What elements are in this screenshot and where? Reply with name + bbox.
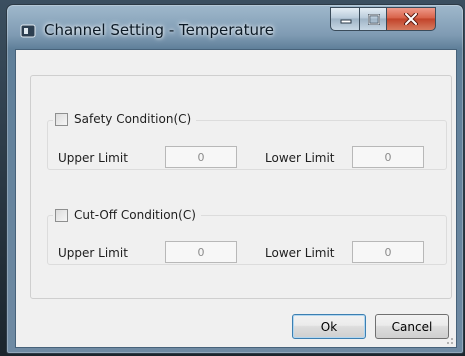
cutoff-condition-label: Cut-Off Condition(C) xyxy=(74,208,196,222)
safety-lower-limit-input[interactable] xyxy=(352,146,424,168)
maximize-button[interactable] xyxy=(359,7,388,31)
close-icon xyxy=(404,13,418,25)
ok-button[interactable]: Ok xyxy=(292,314,366,339)
close-button[interactable] xyxy=(386,7,436,31)
safety-lower-limit-label: Lower Limit xyxy=(265,151,335,165)
app-icon xyxy=(20,24,36,38)
safety-condition-checkbox[interactable] xyxy=(55,112,68,126)
minimize-icon xyxy=(340,19,351,24)
safety-condition-label: Safety Condition(C) xyxy=(74,112,192,126)
window-title: Channel Setting - Temperature xyxy=(44,21,275,39)
safety-upper-limit-input[interactable] xyxy=(165,146,237,168)
cutoff-condition-checkbox[interactable] xyxy=(55,208,68,222)
cutoff-upper-limit-input[interactable] xyxy=(165,241,237,263)
title-bar[interactable]: Channel Setting - Temperature xyxy=(7,5,463,49)
minimize-button[interactable] xyxy=(330,7,361,31)
cutoff-lower-limit-label: Lower Limit xyxy=(265,246,335,260)
dialog-window: Channel Setting - Temperature Safety Con… xyxy=(6,4,464,354)
safety-condition-toggle[interactable]: Safety Condition(C) xyxy=(53,111,197,127)
dialog-client-area: Safety Condition(C) Upper Limit Lower Li… xyxy=(15,49,457,348)
cancel-button[interactable]: Cancel xyxy=(375,314,449,339)
safety-upper-limit-label: Upper Limit xyxy=(58,151,128,165)
cutoff-upper-limit-label: Upper Limit xyxy=(58,246,128,260)
settings-panel xyxy=(30,75,452,299)
cutoff-lower-limit-input[interactable] xyxy=(352,241,424,263)
maximize-icon xyxy=(367,13,380,25)
cutoff-condition-toggle[interactable]: Cut-Off Condition(C) xyxy=(53,207,201,223)
resize-grip-icon[interactable] xyxy=(444,335,454,345)
